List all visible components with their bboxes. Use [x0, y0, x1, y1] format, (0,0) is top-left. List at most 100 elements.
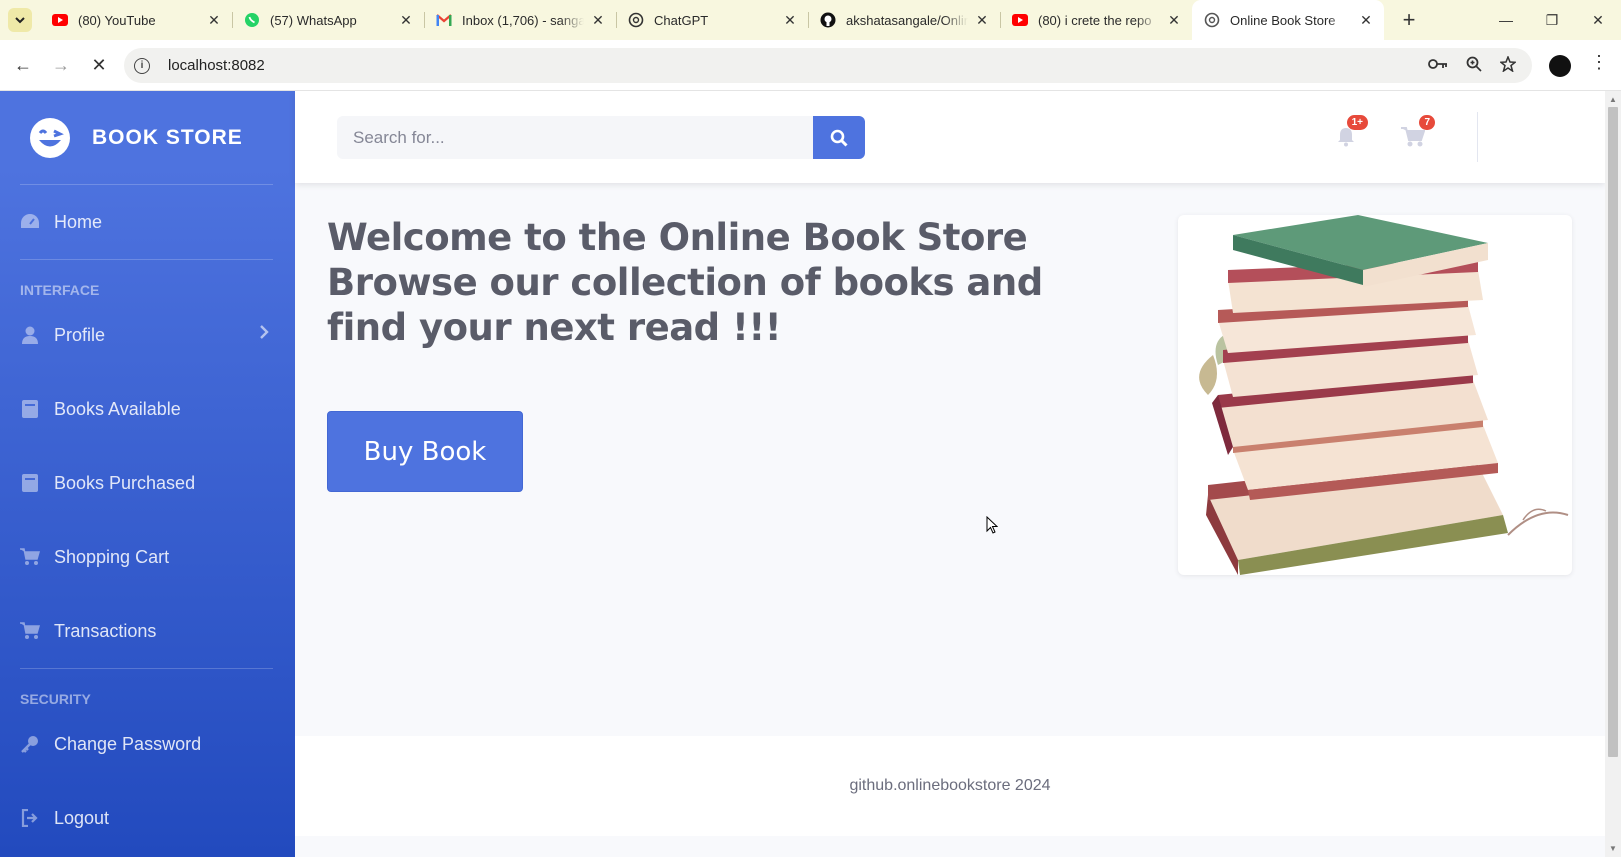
- chevron-down-icon: [15, 17, 25, 24]
- forward-arrow-icon[interactable]: →: [46, 50, 76, 80]
- sidebar-item-shopping-cart[interactable]: Shopping Cart: [0, 520, 295, 594]
- user-icon: [20, 325, 40, 345]
- site-icon: [1204, 12, 1220, 28]
- bookmark-star-icon[interactable]: [1499, 54, 1517, 76]
- site-info-icon[interactable]: i: [134, 57, 150, 74]
- laugh-wink-icon: [30, 117, 70, 158]
- page-title-line-1: Welcome to the Online Book Store: [327, 216, 1028, 259]
- youtube-icon: [52, 12, 68, 28]
- mouse-cursor-icon: [986, 516, 998, 534]
- alerts-badge: 1+: [1346, 115, 1368, 130]
- dashboard-icon: [20, 212, 40, 232]
- youtube-icon: [1012, 12, 1028, 28]
- tab-title: Online Book Store: [1230, 12, 1336, 28]
- tab-title: akshatasangale/OnlineBookStore: [846, 12, 968, 28]
- omnibox-actions: [1428, 48, 1517, 83]
- url-text[interactable]: localhost:8082: [168, 57, 265, 74]
- sidebar-item-label: Logout: [54, 807, 110, 828]
- scroll-down-icon[interactable]: ▼: [1609, 844, 1617, 853]
- tab-strip: (80) YouTube ✕ (57) WhatsApp ✕ Inbox (1,…: [0, 0, 1621, 40]
- cart-badge: 7: [1419, 115, 1435, 130]
- minimize-icon[interactable]: —: [1483, 0, 1529, 40]
- topbar-divider: [1477, 112, 1478, 162]
- tab-title: (57) WhatsApp: [270, 12, 357, 28]
- search-button[interactable]: [813, 116, 865, 159]
- tab-youtube[interactable]: (80) YouTube ✕: [40, 0, 232, 40]
- sidebar-item-label: Transactions: [54, 620, 157, 641]
- profile-avatar[interactable]: [1549, 55, 1571, 77]
- close-icon[interactable]: ✕: [206, 12, 222, 29]
- close-icon[interactable]: ✕: [590, 12, 606, 29]
- sidebar: BOOK STORE Home Interface Profile Books …: [0, 91, 295, 857]
- close-icon[interactable]: ✕: [398, 12, 414, 29]
- sidebar-item-label: Shopping Cart: [54, 546, 170, 567]
- tab-search-button[interactable]: [8, 8, 32, 32]
- close-icon[interactable]: ✕: [1166, 12, 1182, 29]
- web-page: BOOK STORE Home Interface Profile Books …: [0, 91, 1605, 857]
- sidebar-heading-interface: Interface: [20, 282, 100, 298]
- zoom-icon[interactable]: [1466, 56, 1482, 76]
- logout-icon: [20, 808, 40, 828]
- scrollbar-thumb[interactable]: [1608, 107, 1618, 757]
- tab-chatgpt[interactable]: ChatGPT ✕: [616, 0, 808, 40]
- tab-youtube-2[interactable]: (80) i crete the repo ✕: [1000, 0, 1192, 40]
- tab-title: (80) i crete the repo: [1038, 12, 1152, 28]
- stop-loading-icon[interactable]: ✕: [84, 50, 114, 80]
- address-bar[interactable]: i localhost:8082: [124, 48, 1532, 83]
- cart-button[interactable]: 7: [1397, 115, 1435, 153]
- books-illustration-card: [1178, 215, 1572, 575]
- new-tab-button[interactable]: +: [1394, 5, 1424, 35]
- close-icon[interactable]: ✕: [1358, 12, 1374, 29]
- tab-title: Inbox (1,706) - sangale: [462, 12, 584, 28]
- tab-online-book-store[interactable]: Online Book Store ✕: [1192, 0, 1384, 40]
- sidebar-item-label: Home: [54, 211, 103, 232]
- sidebar-item-label: Books Purchased: [54, 472, 196, 493]
- sidebar-item-home[interactable]: Home: [0, 185, 295, 259]
- search-form: [337, 116, 867, 159]
- browser-toolbar: ← → ✕ i localhost:8082 ⋮: [0, 40, 1621, 91]
- brand-name: BOOK STORE: [92, 125, 243, 149]
- tab-github[interactable]: akshatasangale/OnlineBookStore ✕: [808, 0, 1000, 40]
- content-wrapper: 1+ 7 Welcome to the Online Book Store Br…: [295, 91, 1605, 857]
- whatsapp-icon: [244, 12, 260, 28]
- scroll-up-icon[interactable]: ▲: [1609, 95, 1617, 104]
- search-input[interactable]: [337, 116, 813, 159]
- search-icon: [830, 129, 848, 147]
- buy-book-button[interactable]: Buy Book: [327, 411, 523, 492]
- bell-icon: [1338, 128, 1354, 147]
- tab-whatsapp[interactable]: (57) WhatsApp ✕: [232, 0, 424, 40]
- password-key-icon[interactable]: [1428, 57, 1448, 75]
- alerts-button[interactable]: 1+: [1330, 115, 1368, 153]
- footer-copyright: github.onlinebookstore 2024: [849, 777, 1051, 794]
- tab-gmail[interactable]: Inbox (1,706) - sangale ✕: [424, 0, 616, 40]
- footer: github.onlinebookstore 2024: [295, 736, 1605, 836]
- sidebar-item-transactions[interactable]: Transactions: [0, 594, 295, 668]
- sidebar-item-logout[interactable]: Logout: [0, 781, 295, 855]
- sidebar-item-books-purchased[interactable]: Books Purchased: [0, 446, 295, 520]
- window-close-icon[interactable]: ✕: [1575, 0, 1621, 40]
- book-icon: [20, 399, 40, 419]
- sidebar-item-label: Change Password: [54, 733, 202, 754]
- back-arrow-icon[interactable]: ←: [8, 50, 38, 80]
- sidebar-item-label: Profile: [54, 324, 106, 345]
- browser-menu-icon[interactable]: ⋮: [1590, 52, 1608, 73]
- page-scrollbar[interactable]: ▲ ▼: [1605, 91, 1621, 857]
- tab-title: (80) YouTube: [78, 12, 156, 28]
- cart-icon: [20, 547, 40, 567]
- browser-window: (80) YouTube ✕ (57) WhatsApp ✕ Inbox (1,…: [0, 0, 1621, 857]
- tab-title: ChatGPT: [654, 12, 709, 28]
- close-icon[interactable]: ✕: [974, 12, 990, 29]
- stacked-books-image: [1199, 215, 1569, 575]
- sidebar-item-change-password[interactable]: Change Password: [0, 707, 295, 781]
- cart-icon: [1401, 127, 1425, 147]
- sidebar-item-profile[interactable]: Profile: [0, 298, 295, 372]
- close-icon[interactable]: ✕: [782, 12, 798, 29]
- page-title-line-2: Browse our collection of books and find …: [327, 261, 1043, 349]
- restore-icon[interactable]: ❐: [1529, 0, 1575, 40]
- book-icon: [20, 473, 40, 493]
- window-controls: — ❐ ✕: [1483, 0, 1621, 40]
- sidebar-item-books-available[interactable]: Books Available: [0, 372, 295, 446]
- github-icon: [820, 12, 836, 28]
- topbar: 1+ 7: [295, 91, 1605, 183]
- sidebar-brand[interactable]: BOOK STORE: [0, 91, 295, 184]
